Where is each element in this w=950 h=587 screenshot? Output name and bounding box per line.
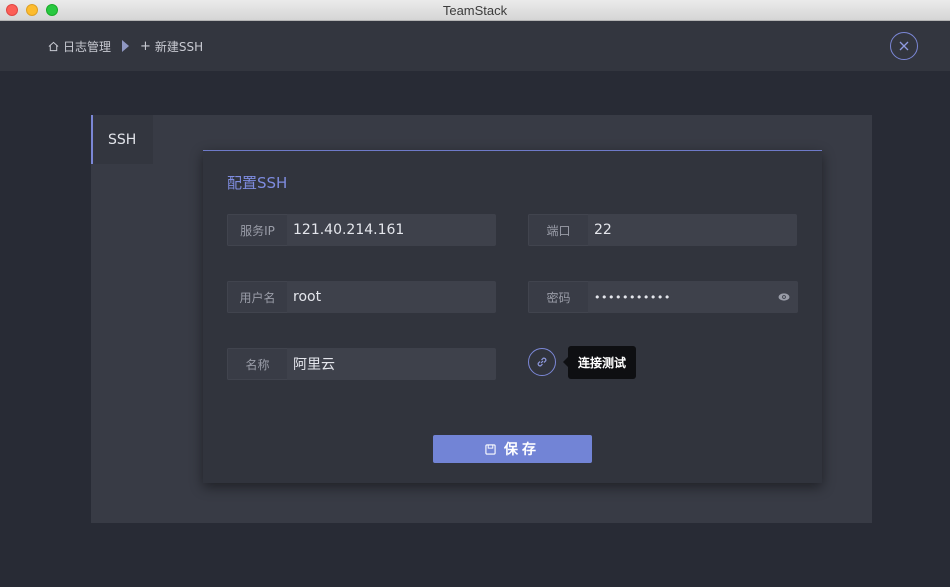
ip-input[interactable]: 121.40.214.161	[287, 214, 496, 246]
port-input[interactable]: 22	[588, 214, 797, 246]
password-input[interactable]: •••••••••••	[588, 281, 798, 313]
save-button-label: 保存	[504, 441, 540, 457]
tooltip-label: 连接测试	[577, 356, 626, 370]
tooltip-arrow	[563, 357, 568, 367]
password-field: 密码 •••••••••••	[528, 281, 798, 313]
save-button[interactable]: 保存	[433, 435, 592, 463]
tab-ssh-label: SSH	[108, 131, 137, 148]
ip-label: 服务IP	[227, 214, 287, 246]
save-icon	[485, 443, 496, 455]
plus-icon: +	[140, 39, 151, 54]
ssh-config-dialog: 配置SSH 服务IP 121.40.214.161 端口 22 用户名 root…	[203, 150, 822, 483]
connection-test-button[interactable]	[528, 348, 556, 376]
breadcrumb-home-label: 日志管理	[63, 40, 112, 54]
breadcrumb-separator-icon	[122, 40, 129, 52]
password-value: •••••••••••	[594, 290, 671, 304]
dialog-title: 配置SSH	[227, 174, 288, 192]
connection-test-tooltip: 连接测试	[563, 346, 636, 379]
name-input[interactable]: 阿里云	[287, 348, 496, 380]
port-field: 端口 22	[528, 214, 797, 246]
port-label: 端口	[528, 214, 588, 246]
window-titlebar: TeamStack	[0, 0, 950, 21]
breadcrumb-current: + 新建SSH	[140, 38, 203, 55]
password-label: 密码	[528, 281, 588, 313]
username-label: 用户名	[227, 281, 287, 313]
link-icon	[537, 357, 547, 367]
close-page-button[interactable]	[890, 32, 918, 60]
tab-ssh[interactable]: SSH	[91, 115, 153, 164]
eye-icon[interactable]	[778, 292, 790, 302]
home-icon	[48, 41, 59, 52]
breadcrumb-current-label: 新建SSH	[154, 40, 204, 54]
name-field: 名称 阿里云	[227, 348, 496, 380]
username-input[interactable]: root	[287, 281, 496, 313]
breadcrumb-home[interactable]: 日志管理	[48, 38, 111, 55]
page-header: 日志管理 + 新建SSH	[0, 21, 950, 71]
username-field: 用户名 root	[227, 281, 496, 313]
window-title: TeamStack	[442, 3, 508, 18]
close-icon	[899, 41, 909, 51]
name-label: 名称	[227, 348, 287, 380]
ip-field: 服务IP 121.40.214.161	[227, 214, 496, 246]
